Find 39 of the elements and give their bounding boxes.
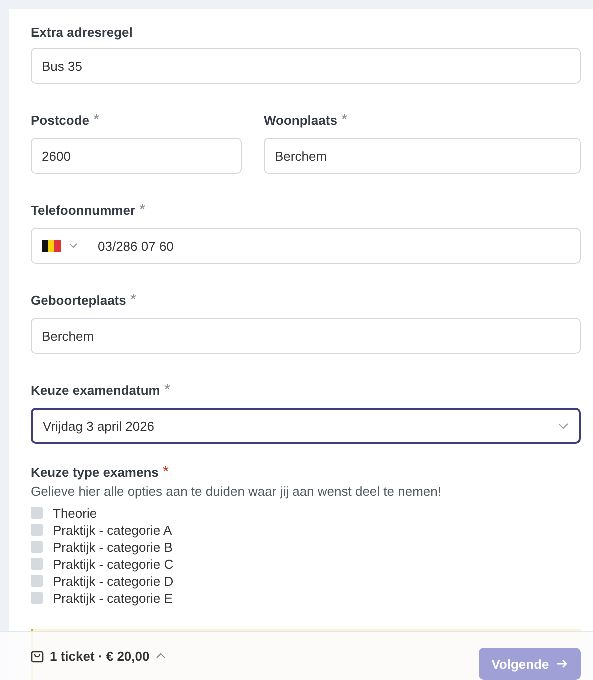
field-label: Telefoonnummer (31, 203, 136, 218)
cart-summary[interactable]: 1 ticket · € 20,00 (31, 648, 166, 664)
shopping-bag-icon (31, 649, 44, 663)
option-label[interactable]: Praktijk - categorie E (53, 590, 173, 606)
chevron-down-icon (558, 422, 569, 430)
field-label: Keuze examendatum (31, 383, 160, 398)
checkbox[interactable] (31, 575, 43, 588)
required-mark: * (164, 382, 171, 400)
checkbox[interactable] (31, 558, 43, 570)
input-field[interactable]: Berchem (264, 138, 581, 174)
option-label[interactable]: Praktijk - categorie D (53, 574, 174, 589)
select-field[interactable]: Vrijdag 3 april 2026 (31, 408, 581, 444)
field-label: Keuze type examens (31, 465, 159, 480)
arrow-right-icon (557, 659, 568, 669)
option-label[interactable]: Praktijk - categorie C (53, 556, 174, 572)
option-label[interactable]: Praktijk - categorie A (53, 522, 172, 538)
required-mark: * (162, 464, 170, 482)
checkbox[interactable] (31, 541, 43, 554)
required-mark: * (130, 292, 137, 310)
chevron-down-icon (69, 243, 78, 249)
option-label[interactable]: Praktijk - categorie B (53, 540, 173, 555)
required-mark: * (341, 112, 348, 130)
input-field[interactable]: Bus 35 (31, 48, 581, 84)
phone-field[interactable]: 03/286 07 60 (31, 228, 581, 264)
input-field[interactable]: Berchem (31, 318, 581, 354)
chevron-up-icon (156, 653, 166, 659)
flag-icon (42, 240, 61, 252)
required-mark: * (94, 112, 100, 130)
checkbox[interactable] (31, 524, 43, 536)
option-label[interactable]: Theorie (53, 506, 98, 521)
required-mark: * (140, 202, 146, 220)
field-label: Woonplaats (264, 113, 338, 128)
input-field[interactable]: 2600 (31, 138, 242, 174)
help-text: Gelieve hier alle opties aan te duiden waar jij aan wenst deel te nemen! (31, 484, 442, 499)
field-label: Extra adresregel (31, 25, 133, 40)
checkbox[interactable] (31, 592, 43, 604)
field-label: Postcode (31, 113, 90, 128)
checkbox[interactable] (31, 507, 43, 520)
field-label: Geboorteplaats (31, 293, 126, 308)
